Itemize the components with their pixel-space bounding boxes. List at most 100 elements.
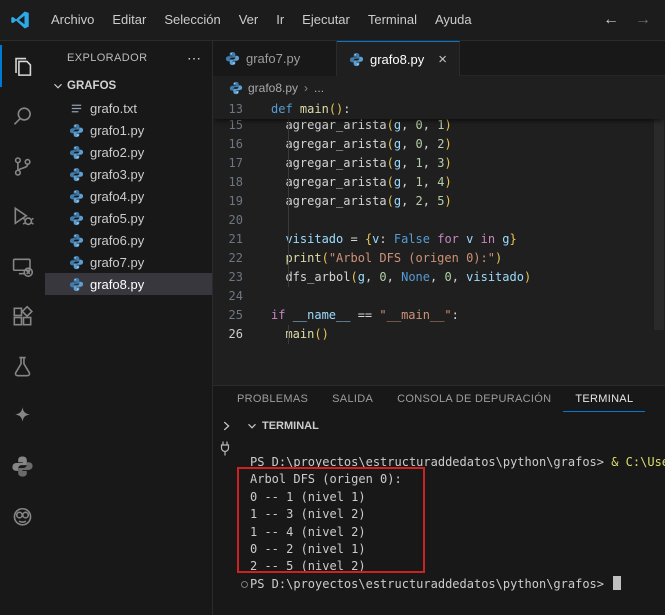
panel-tab-consola-de-depuración[interactable]: CONSOLA DE DEPURACIÓN bbox=[385, 387, 563, 412]
tab-label: grafo7.py bbox=[246, 51, 300, 66]
chevron-right-icon[interactable] bbox=[219, 419, 233, 433]
terminal-content[interactable]: PS D:\proyectos\estructuraddedatos\pytho… bbox=[213, 438, 665, 615]
line-number: 16 bbox=[213, 135, 256, 154]
menu-selección[interactable]: Selección bbox=[155, 0, 229, 40]
file-item-grafo.txt[interactable]: grafo.txt bbox=[45, 97, 212, 119]
file-item-grafo4.py[interactable]: grafo4.py bbox=[45, 185, 212, 207]
python-icon bbox=[69, 255, 84, 270]
code-line-22[interactable]: 22 print("Arbol DFS (origen 0):") bbox=[213, 249, 665, 268]
editor-tab-bar: grafo7.py grafo8.py × bbox=[213, 41, 665, 76]
file-item-grafo6.py[interactable]: grafo6.py bbox=[45, 229, 212, 251]
run-debug-icon[interactable] bbox=[0, 191, 45, 241]
indent-guide bbox=[288, 119, 289, 287]
file-name: grafo4.py bbox=[90, 189, 144, 204]
code-line-16[interactable]: 16 agregar_arista(g, 0, 2) bbox=[213, 135, 665, 154]
menu-terminal[interactable]: Terminal bbox=[359, 0, 426, 40]
code-line-23[interactable]: 23 dfs_arbol(g, 0, None, 0, visitado) bbox=[213, 268, 665, 287]
file-name: grafo2.py bbox=[90, 145, 144, 160]
terminal-header[interactable]: TERMINAL bbox=[213, 413, 665, 438]
line-number: 19 bbox=[213, 192, 256, 211]
line-number: 13 bbox=[213, 100, 256, 119]
python-icon bbox=[349, 52, 364, 67]
file-name: grafo.txt bbox=[90, 101, 137, 116]
editor-scrollbar[interactable] bbox=[654, 100, 664, 330]
file-name: grafo3.py bbox=[90, 167, 144, 182]
sparkle-icon[interactable] bbox=[0, 391, 45, 441]
code-line-26[interactable]: 26 main() bbox=[213, 325, 665, 344]
testing-icon[interactable] bbox=[0, 341, 45, 391]
file-item-grafo3.py[interactable]: grafo3.py bbox=[45, 163, 212, 185]
activity-bar bbox=[0, 41, 45, 615]
breadcrumb-separator: › bbox=[304, 81, 308, 95]
extensions-icon[interactable] bbox=[0, 291, 45, 341]
code-line-17[interactable]: 17 agregar_arista(g, 1, 3) bbox=[213, 154, 665, 173]
file-item-grafo2.py[interactable]: grafo2.py bbox=[45, 141, 212, 163]
chevron-down-icon[interactable] bbox=[245, 419, 259, 433]
tab-grafo7.py[interactable]: grafo7.py bbox=[213, 41, 337, 76]
tab-grafo8.py[interactable]: grafo8.py × bbox=[337, 41, 460, 76]
code-text: agregar_arista(g, 0, 2) bbox=[256, 135, 452, 154]
menu-ayuda[interactable]: Ayuda bbox=[426, 0, 481, 40]
code-line-24[interactable]: 24 bbox=[213, 287, 665, 306]
python-icon bbox=[69, 123, 84, 138]
terminal-line-4: 1 -- 3 (nivel 2) bbox=[213, 506, 665, 523]
menu-ver[interactable]: Ver bbox=[230, 0, 268, 40]
ai-assistant-icon[interactable] bbox=[0, 491, 45, 541]
breadcrumb[interactable]: grafo8.py › ... bbox=[213, 76, 665, 100]
code-line-15[interactable]: 15 agregar_arista(g, 0, 1) bbox=[213, 119, 665, 135]
nav-arrows: ← → bbox=[603, 11, 651, 29]
panel-tab-problemas[interactable]: PROBLEMAS bbox=[225, 387, 320, 412]
code-text bbox=[256, 211, 271, 230]
code-line-20[interactable]: 20 bbox=[213, 211, 665, 230]
remote-explorer-icon[interactable] bbox=[0, 241, 45, 291]
explorer-sidebar: EXPLORADOR ⋯ GRAFOS grafo.txt grafo1.py gr… bbox=[45, 41, 213, 615]
code-text: visitado = {v: False for v in g} bbox=[256, 230, 517, 249]
tab-label: grafo8.py bbox=[370, 52, 424, 67]
python-icon bbox=[229, 81, 243, 95]
code-area[interactable]: 13def main(): 15 agregar_arista(g, 0, 1)… bbox=[213, 100, 665, 385]
folder-name: GRAFOS bbox=[67, 80, 116, 92]
file-name: grafo1.py bbox=[90, 123, 144, 138]
nav-back-icon[interactable]: ← bbox=[603, 11, 619, 29]
sticky-scroll-line[interactable]: 13def main(): bbox=[213, 100, 665, 119]
close-icon[interactable]: × bbox=[438, 51, 447, 68]
panel-tab-salida[interactable]: SALIDA bbox=[320, 387, 385, 412]
terminal-line-2: Arbol DFS (origen 0): bbox=[213, 471, 665, 488]
menu-ir[interactable]: Ir bbox=[267, 0, 293, 40]
menu-ejecutar[interactable]: Ejecutar bbox=[293, 0, 359, 40]
code-lines: 15 agregar_arista(g, 0, 1)16 agregar_ari… bbox=[213, 119, 665, 344]
code-line-25[interactable]: 25if __name__ == "__main__": bbox=[213, 306, 665, 325]
python-icon[interactable] bbox=[0, 441, 45, 491]
panel-tab-bar: PROBLEMASSALIDACONSOLA DE DEPURACIÓNTERM… bbox=[213, 386, 665, 413]
search-icon[interactable] bbox=[0, 91, 45, 141]
title-bar: ArchivoEditarSelecciónVerIrEjecutarTermi… bbox=[0, 0, 665, 41]
menu-archivo[interactable]: Archivo bbox=[42, 0, 103, 40]
panel-tab-terminal[interactable]: TERMINAL bbox=[563, 387, 645, 412]
file-item-grafo7.py[interactable]: grafo7.py bbox=[45, 251, 212, 273]
file-name: grafo5.py bbox=[90, 211, 144, 226]
folder-section-grafos[interactable]: GRAFOS bbox=[45, 75, 212, 97]
command-decoration-icon[interactable] bbox=[241, 581, 248, 588]
file-item-grafo8.py[interactable]: grafo8.py bbox=[45, 273, 212, 295]
file-item-grafo5.py[interactable]: grafo5.py bbox=[45, 207, 212, 229]
file-name: grafo7.py bbox=[90, 255, 144, 270]
source-control-icon[interactable] bbox=[0, 141, 45, 191]
code-line-21[interactable]: 21 visitado = {v: False for v in g} bbox=[213, 230, 665, 249]
code-text: def main(): bbox=[256, 100, 351, 119]
menu-editar[interactable]: Editar bbox=[103, 0, 155, 40]
explorer-icon[interactable] bbox=[0, 41, 45, 91]
file-item-grafo1.py[interactable]: grafo1.py bbox=[45, 119, 212, 141]
code-text: print("Arbol DFS (origen 0):") bbox=[256, 249, 502, 268]
code-text: dfs_arbol(g, 0, None, 0, visitado) bbox=[256, 268, 531, 287]
breadcrumb-file: grafo8.py bbox=[248, 81, 298, 95]
sidebar-title: EXPLORADOR bbox=[67, 52, 147, 64]
nav-forward-icon[interactable]: → bbox=[635, 11, 651, 29]
chevron-down-icon bbox=[51, 79, 65, 93]
sidebar-header: EXPLORADOR ⋯ bbox=[45, 41, 212, 75]
sticky-code-line[interactable]: 13def main(): bbox=[213, 100, 665, 119]
code-line-18[interactable]: 18 agregar_arista(g, 1, 4) bbox=[213, 173, 665, 192]
more-actions-icon[interactable]: ⋯ bbox=[187, 50, 202, 67]
code-line-19[interactable]: 19 agregar_arista(g, 2, 5) bbox=[213, 192, 665, 211]
code-text: agregar_arista(g, 0, 1) bbox=[256, 119, 452, 135]
python-icon bbox=[225, 51, 240, 66]
